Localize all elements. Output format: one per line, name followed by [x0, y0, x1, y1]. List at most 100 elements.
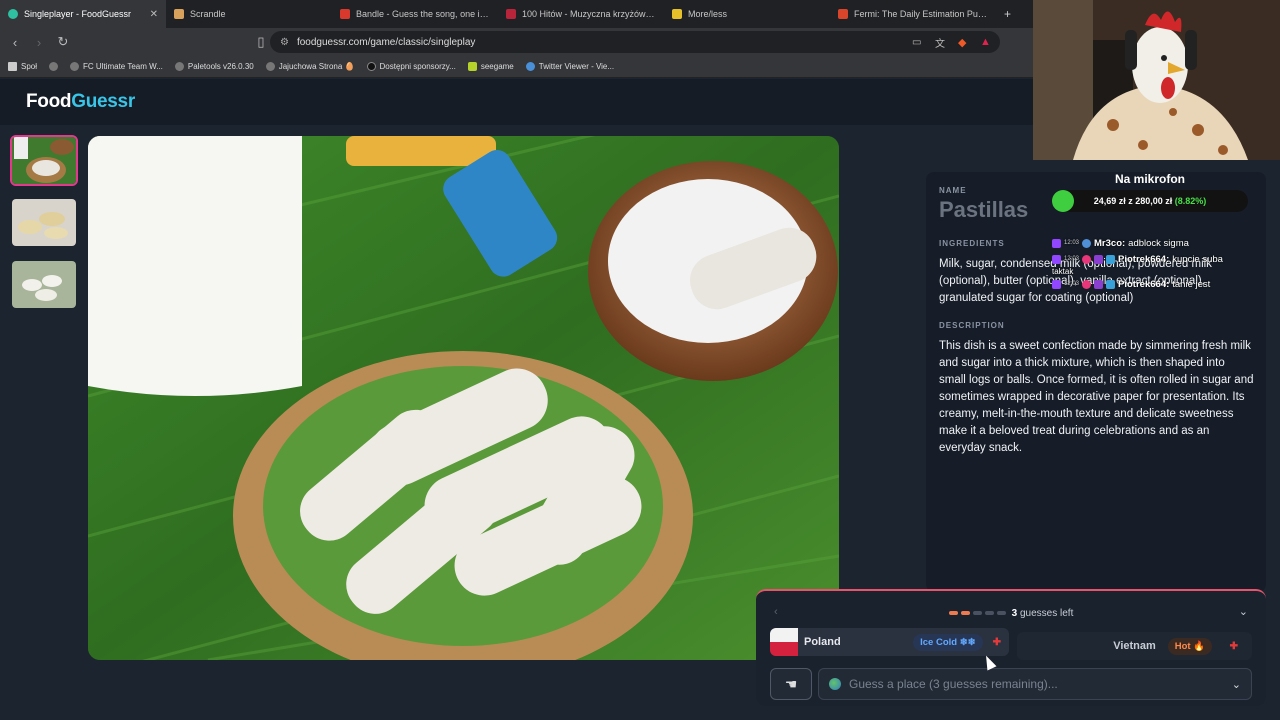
logo-guessr: Guessr	[71, 91, 135, 112]
dropdown-chevron-icon[interactable]: ⌄	[1232, 678, 1241, 691]
heart-badge-icon	[1082, 279, 1092, 289]
tab-more-less[interactable]: More/less	[664, 0, 830, 28]
bookmark-item[interactable]: Jajuchowa Strona 🥚	[265, 62, 355, 71]
chat-fragment: taktak	[1052, 266, 1074, 276]
guess-card-poland[interactable]: Poland Ice Cold ❄❄ ✚	[770, 628, 1010, 656]
twitter-viewer-icon	[525, 62, 535, 71]
folder-icon	[8, 62, 17, 71]
prev-chevron-icon[interactable]: ‹	[774, 606, 778, 618]
globe-icon	[70, 62, 80, 71]
tab-label: Singleplayer - FoodGuessr	[24, 9, 132, 19]
dish-info-panel: Name Pastillas Ingredients Milk, sugar, …	[926, 172, 1266, 592]
thumbnail-3[interactable]	[10, 259, 78, 310]
bandle-favicon-icon	[340, 9, 350, 19]
url-text: foodguessr.com/game/classic/singleplay	[296, 36, 476, 48]
guess-input-row: ☚ Guess a place (3 guesses remaining)...…	[770, 668, 1252, 700]
chat-text: adblock sigma	[1128, 237, 1189, 249]
dish-photo	[88, 136, 839, 660]
tab-label: Bandle - Guess the song, one instrument …	[356, 9, 490, 19]
hand-icon: ☚	[784, 675, 798, 692]
new-tab-button[interactable]: +	[996, 7, 1019, 21]
bookmark-item[interactable]: FC Ultimate Team W...	[70, 62, 163, 71]
translate-icon[interactable]: 文	[935, 35, 945, 50]
tab-label: More/less	[688, 9, 728, 19]
collapse-chevron-icon[interactable]: ⌄	[1239, 605, 1248, 618]
crown-badge-icon	[1106, 254, 1116, 264]
donation-percent: (8.82%)	[1174, 196, 1207, 206]
bookmark-item[interactable]: Twitter Viewer - Vie...	[525, 62, 614, 71]
bookmark-item[interactable]: Społ	[8, 62, 37, 71]
brave-rewards-icon[interactable]: ▲	[980, 36, 991, 48]
guess-header: ‹ 3 guesses left ⌄	[770, 599, 1252, 627]
direction-compass-icon: ✚	[1229, 640, 1238, 652]
guess-dot	[948, 611, 958, 615]
heart-badge-icon	[1082, 254, 1092, 264]
globe-icon	[174, 62, 184, 71]
tab-label: Scrandle	[190, 9, 226, 19]
brave-shield-icon[interactable]: ◆	[958, 36, 966, 49]
guess-dot	[996, 611, 1006, 615]
guess-country: Vietnam	[1113, 640, 1156, 652]
globe-icon	[265, 62, 275, 71]
bookmark-item[interactable]	[49, 62, 59, 71]
bookmark-label: Dostępni sponsorzy...	[379, 62, 456, 71]
donation-amount-text: 24,69 zł z 280,00 zł	[1093, 196, 1173, 206]
chat-message: 12:03 Piotrek664: tanie jest	[1052, 277, 1280, 291]
cast-icon[interactable]: ▭	[912, 37, 921, 48]
temperature-badge: Hot 🔥	[1167, 637, 1212, 655]
streamer-webcam	[1033, 0, 1280, 160]
chat-text: kupcie suba	[1172, 253, 1223, 265]
bookmark-icon[interactable]: ▯	[254, 34, 268, 50]
description-text: This dish is a sweet confection made by …	[939, 340, 1254, 454]
donation-amount: 24,69 zł z 280,00 zł (8.82%)	[1052, 196, 1248, 206]
thumbnail-1[interactable]	[10, 135, 78, 186]
chat-time: 12:03	[1064, 256, 1080, 262]
reload-icon[interactable]: ↻	[56, 34, 70, 50]
direction-compass-icon: ✚	[992, 636, 1002, 648]
bookmark-item[interactable]: Paletools v26.0.30	[174, 62, 254, 71]
search-placeholder: Guess a place (3 guesses remaining)...	[849, 677, 1058, 691]
foodguessr-favicon-icon	[8, 9, 18, 19]
tab-foodguessr[interactable]: Singleplayer - FoodGuessr ✕	[0, 0, 166, 28]
tab-scrandle[interactable]: Scrandle	[166, 0, 332, 28]
poland-flag-icon	[770, 628, 798, 656]
hint-hand-button[interactable]: ☚	[770, 668, 812, 700]
guess-search-input[interactable]: Guess a place (3 guesses remaining)... ⌄	[818, 668, 1252, 700]
seegame-icon	[467, 62, 477, 71]
fermi-favicon-icon	[838, 9, 848, 19]
bookmark-label: Społ	[21, 62, 38, 71]
site-info-icon[interactable]: ⚙	[280, 37, 289, 48]
close-tab-icon[interactable]: ✕	[150, 9, 158, 20]
guesses-count: 3	[1011, 607, 1018, 619]
github-icon	[366, 62, 376, 71]
thumbnail-2[interactable]	[10, 197, 78, 248]
guess-card-vietnam[interactable]: Vietnam Hot 🔥 ✚	[1017, 632, 1252, 660]
twitch-icon	[1052, 254, 1061, 264]
donation-goal-widget: Na mikrofon 24,69 zł z 280,00 zł (8.82%)	[1052, 172, 1248, 218]
guess-dots	[948, 611, 1006, 615]
url-bar[interactable]: ⚙ foodguessr.com/game/classic/singleplay	[270, 31, 1000, 53]
bookmark-label: seegame	[480, 62, 514, 71]
guess-history: Poland Ice Cold ❄❄ ✚ Vietnam Hot 🔥 ✚	[770, 628, 1252, 660]
chat-user: Mr3co:	[1094, 237, 1126, 249]
tab-label: 100 Hitów - Muzyczna krzyżówka online	[522, 9, 656, 19]
foodguessr-logo[interactable]: FoodGuessr	[26, 91, 135, 113]
sub-badge-icon	[1094, 254, 1104, 264]
chat-message: taktak	[1052, 264, 1280, 278]
tab-100-hitow[interactable]: 100 Hitów - Muzyczna krzyżówka online	[498, 0, 664, 28]
chat-user: Piotrek664:	[1118, 278, 1170, 290]
chat-user: Piotrek664:	[1118, 253, 1170, 265]
twitch-icon	[1052, 279, 1061, 289]
guesses-left-label: guesses left	[1019, 607, 1074, 619]
guess-dot	[984, 611, 994, 615]
forward-icon[interactable]: ›	[32, 35, 46, 50]
sub-badge-icon	[1094, 279, 1104, 289]
scrandle-favicon-icon	[174, 9, 184, 19]
back-icon[interactable]: ‹	[8, 35, 22, 50]
bookmark-label: FC Ultimate Team W...	[83, 62, 163, 71]
bookmark-item[interactable]: Dostępni sponsorzy...	[366, 62, 456, 71]
bookmark-item[interactable]: seegame	[467, 62, 514, 71]
tab-fermi[interactable]: Fermi: The Daily Estimation Puzzle Game	[830, 0, 996, 28]
tab-bandle[interactable]: Bandle - Guess the song, one instrument …	[332, 0, 498, 28]
tab-label: Fermi: The Daily Estimation Puzzle Game	[854, 9, 988, 19]
